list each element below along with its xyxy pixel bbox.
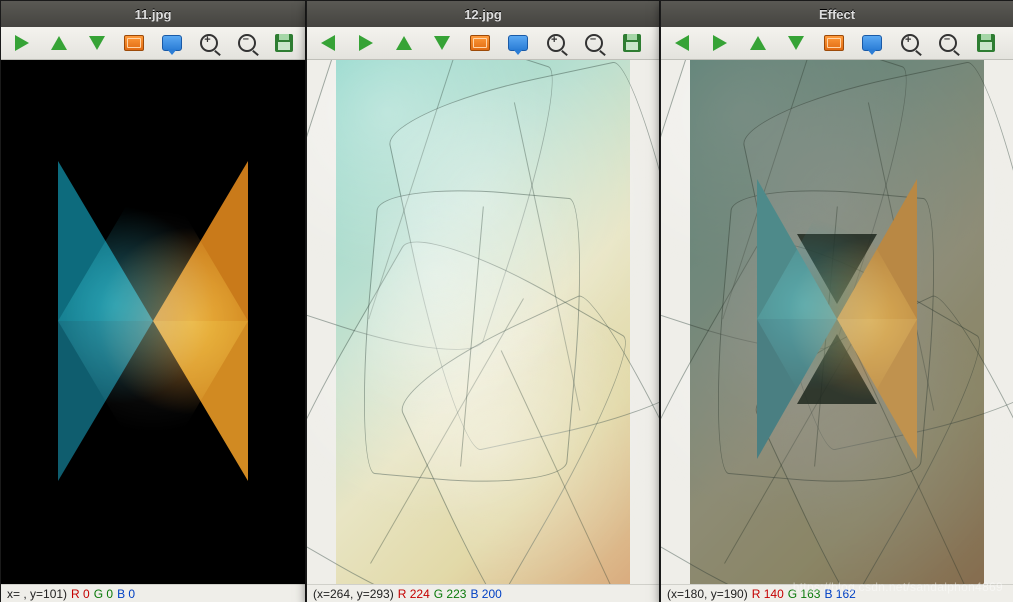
image-content <box>336 60 630 584</box>
status-coords: (x=264, y=293) <box>313 587 394 601</box>
toolbar <box>661 27 1013 60</box>
save-button[interactable] <box>274 32 296 54</box>
effect-window: Effect <box>660 0 1013 602</box>
arrow-right-icon <box>15 35 29 51</box>
status-g: G 223 <box>434 587 467 601</box>
desktop: 11.jpg <box>0 0 1013 602</box>
chat-icon <box>862 35 882 51</box>
titlebar[interactable]: Effect <box>661 1 1013 27</box>
down-button[interactable] <box>431 32 453 54</box>
folder-icon <box>124 35 144 51</box>
status-b: B 200 <box>470 587 501 601</box>
zoom-in-button[interactable] <box>199 32 221 54</box>
zoom-out-icon <box>238 34 256 52</box>
info-button[interactable] <box>161 32 183 54</box>
status-r: R 224 <box>398 587 430 601</box>
arrow-left-icon <box>675 35 689 51</box>
zoom-out-button[interactable] <box>236 32 258 54</box>
prev-button[interactable] <box>317 32 339 54</box>
chat-icon <box>162 35 182 51</box>
folder-icon <box>824 35 844 51</box>
arrow-right-icon <box>359 35 373 51</box>
image-window-1: 11.jpg <box>0 0 306 602</box>
image-canvas[interactable] <box>661 60 1013 584</box>
info-button[interactable] <box>861 32 883 54</box>
zoom-in-icon <box>901 34 919 52</box>
status-g: G 0 <box>94 587 113 601</box>
arrow-right-icon <box>713 35 727 51</box>
next-button[interactable] <box>709 32 731 54</box>
zoom-in-button[interactable] <box>545 32 567 54</box>
zoom-out-button[interactable] <box>583 32 605 54</box>
save-button[interactable] <box>975 32 997 54</box>
window-title: 12.jpg <box>464 7 502 22</box>
down-button[interactable] <box>86 32 108 54</box>
chat-icon <box>508 35 528 51</box>
arrow-down-icon <box>788 36 804 50</box>
arrow-up-icon <box>51 36 67 50</box>
zoom-out-button[interactable] <box>937 32 959 54</box>
zoom-in-icon <box>547 34 565 52</box>
prev-button[interactable] <box>671 32 693 54</box>
zoom-in-icon <box>200 34 218 52</box>
zoom-in-button[interactable] <box>899 32 921 54</box>
image-canvas[interactable] <box>1 60 305 584</box>
watermark: https://blog.csdn.net/sandalphon4869 <box>793 580 1003 594</box>
status-bar: (x=264, y=293) R 224 G 223 B 200 <box>307 584 659 602</box>
image-content <box>690 60 984 584</box>
save-icon <box>623 34 641 52</box>
status-b: B 0 <box>117 587 135 601</box>
arrow-down-icon <box>434 36 450 50</box>
zoom-out-icon <box>939 34 957 52</box>
open-button[interactable] <box>469 32 491 54</box>
status-coords: (x=180, y=190) <box>667 587 748 601</box>
window-title: 11.jpg <box>135 7 172 22</box>
up-button[interactable] <box>747 32 769 54</box>
open-button[interactable] <box>124 32 146 54</box>
image-content <box>1 60 305 582</box>
image-window-2: 12.jpg (x=264, y=293) R 224 <box>306 0 660 602</box>
status-r: R 0 <box>71 587 90 601</box>
window-title: Effect <box>819 7 855 22</box>
save-button[interactable] <box>621 32 643 54</box>
up-button[interactable] <box>49 32 71 54</box>
toolbar <box>1 27 305 60</box>
status-coords: x= , y=101) <box>7 587 67 601</box>
folder-icon <box>470 35 490 51</box>
next-button[interactable] <box>355 32 377 54</box>
status-bar: x= , y=101) R 0 G 0 B 0 <box>1 584 305 602</box>
info-button[interactable] <box>507 32 529 54</box>
up-button[interactable] <box>393 32 415 54</box>
arrow-down-icon <box>89 36 105 50</box>
titlebar[interactable]: 12.jpg <box>307 1 659 27</box>
titlebar[interactable]: 11.jpg <box>1 1 305 27</box>
arrow-up-icon <box>750 36 766 50</box>
toolbar <box>307 27 659 60</box>
open-button[interactable] <box>823 32 845 54</box>
image-canvas[interactable] <box>307 60 659 584</box>
save-icon <box>977 34 995 52</box>
status-r: R 140 <box>752 587 784 601</box>
zoom-out-icon <box>585 34 603 52</box>
arrow-left-icon <box>321 35 335 51</box>
next-button[interactable] <box>11 32 33 54</box>
down-button[interactable] <box>785 32 807 54</box>
save-icon <box>275 34 293 52</box>
arrow-up-icon <box>396 36 412 50</box>
